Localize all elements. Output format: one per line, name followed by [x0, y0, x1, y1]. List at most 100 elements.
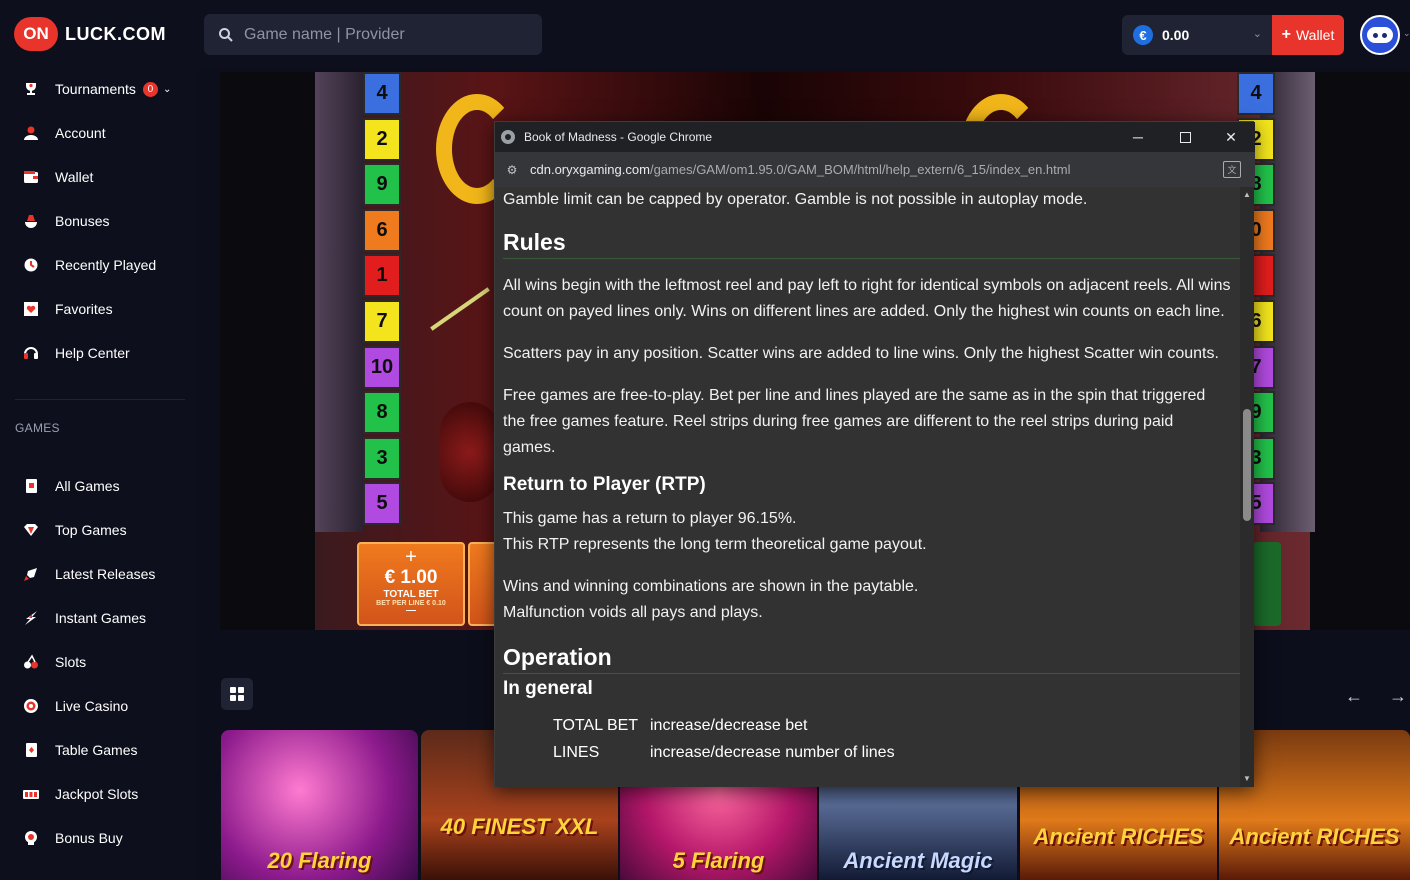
sidebar-item-wallet[interactable]: Wallet	[22, 165, 93, 189]
address-bar[interactable]: ⚙ cdn.oryxgaming.com/games/GAM/om1.95.0/…	[495, 152, 1255, 187]
operation-value: increase/decrease bet	[650, 716, 808, 734]
scrollbar-thumb[interactable]	[1243, 409, 1251, 521]
window-title-bar[interactable]: Book of Madness - Google Chrome ─ ✕	[495, 122, 1255, 152]
payline-number[interactable]: 8	[363, 391, 401, 435]
game-tile-title: 5 Flaring	[672, 848, 765, 873]
search-input[interactable]	[244, 25, 524, 44]
sidebar-item-slots[interactable]: Slots	[22, 650, 86, 674]
bonus-buy-icon	[22, 829, 40, 847]
rtp-paragraph: This game has a return to player 96.15%.	[503, 510, 797, 527]
chevron-down-icon[interactable]: ⌄	[1403, 28, 1410, 39]
total-bet-value: € 1.00	[384, 567, 438, 588]
sidebar-item-all-games[interactable]: All Games	[22, 474, 120, 498]
balance-dropdown[interactable]: € 0.00 ⌄	[1122, 15, 1272, 55]
sidebar-divider	[15, 399, 185, 400]
sidebar-item-label: Slots	[55, 654, 87, 670]
sidebar-item-tournaments[interactable]: Tournaments 0 ⌄	[22, 77, 171, 101]
bet-increase-button[interactable]: +	[359, 547, 463, 567]
payline-number[interactable]: 4	[363, 72, 401, 115]
operation-heading: Operation	[503, 644, 1240, 674]
url-host: cdn.oryxgaming.com	[530, 162, 650, 177]
scroll-down-icon[interactable]: ▼	[1243, 774, 1251, 783]
sidebar-item-table-games[interactable]: Table Games	[22, 738, 137, 762]
payline-number[interactable]: 3	[363, 436, 401, 480]
sidebar-item-help-center[interactable]: Help Center	[22, 341, 130, 365]
general-heading: In general	[503, 678, 593, 699]
spin-button[interactable]	[1253, 542, 1281, 626]
maximize-button[interactable]	[1162, 122, 1208, 152]
table-row: TOTAL BET increase/decrease bet	[503, 712, 1240, 739]
sidebar-item-label: Live Casino	[55, 698, 129, 714]
operation-table: TOTAL BET increase/decrease bet LINES in…	[503, 712, 1240, 766]
bet-decrease-button[interactable]: —	[359, 606, 463, 616]
help-popup-window[interactable]: Book of Madness - Google Chrome ─ ✕ ⚙ cd…	[494, 121, 1255, 787]
reel-pillar-left	[315, 72, 363, 532]
sidebar-item-label: Tournaments	[55, 81, 136, 97]
sidebar-item-label: Account	[55, 125, 106, 141]
table-row: LINES increase/decrease number of lines	[503, 739, 1240, 766]
sidebar-item-bonus-buy[interactable]: Bonus Buy	[22, 826, 123, 850]
sidebar-item-label: Recently Played	[55, 257, 157, 273]
rules-heading: Rules	[503, 229, 1240, 259]
cherry-icon	[22, 653, 40, 671]
headset-icon	[22, 344, 40, 362]
games-heading: GAMES	[15, 421, 60, 435]
operation-key: TOTAL BET	[553, 716, 639, 734]
total-bet-control[interactable]: + € 1.00 TOTAL BET BET PER LINE € 0.10 —	[357, 542, 465, 626]
arrow-left-icon[interactable]: ←	[1345, 686, 1363, 707]
sidebar-item-live-casino[interactable]: Live Casino	[22, 694, 128, 718]
payline-number[interactable]: 9	[363, 163, 401, 207]
sidebar-item-recently-played[interactable]: Recently Played	[22, 253, 156, 277]
logo-badge: ON	[14, 17, 58, 51]
url-text[interactable]: cdn.oryxgaming.com/games/GAM/om1.95.0/GA…	[530, 162, 1071, 177]
chrome-icon	[501, 130, 515, 144]
url-path: /games/GAM/om1.95.0/GAM_BOM/html/help_ex…	[649, 162, 1071, 177]
plus-icon: +	[1281, 26, 1291, 43]
game-tile-title: 20 Flaring	[267, 848, 372, 873]
grid-view-button[interactable]	[221, 678, 253, 710]
roulette-icon	[22, 697, 40, 715]
sidebar-item-favorites[interactable]: Favorites	[22, 297, 113, 321]
payline-number[interactable]: 10	[363, 345, 401, 389]
payline-number[interactable]: 1	[363, 254, 401, 298]
payline-number[interactable]: 2	[363, 117, 401, 161]
sidebar-item-instant-games[interactable]: Instant Games	[22, 606, 146, 630]
avatar[interactable]	[1360, 15, 1400, 55]
user-icon	[22, 124, 40, 142]
sidebar-item-jackpot-slots[interactable]: Jackpot Slots	[22, 782, 138, 806]
sidebar-item-account[interactable]: Account	[22, 121, 106, 145]
sidebar-item-label: Bonus Buy	[55, 830, 123, 846]
close-button[interactable]: ✕	[1208, 122, 1254, 152]
playing-card-icon	[22, 741, 40, 759]
sidebar-item-top-games[interactable]: Top Games	[22, 518, 127, 542]
site-logo[interactable]: ON LUCK.COM	[14, 17, 166, 51]
rocket-icon	[22, 565, 40, 583]
wallet-button[interactable]: + Wallet	[1272, 15, 1344, 55]
payline-number[interactable]: 5	[363, 482, 401, 526]
sidebar-item-label: Wallet	[55, 169, 94, 185]
rules-paragraph: Free games are free-to-play. Bet per lin…	[503, 387, 1206, 456]
wallet-button-label: Wallet	[1295, 27, 1335, 43]
rules-paragraph: All wins begin with the leftmost reel an…	[503, 277, 1231, 320]
scrollbar[interactable]: ▲ ▼	[1240, 187, 1254, 787]
rtp-paragraph: Malfunction voids all pays and plays.	[503, 604, 763, 621]
logo-text: LUCK.COM	[65, 23, 166, 44]
payline-number[interactable]: 4	[1237, 72, 1275, 115]
search-bar[interactable]	[204, 14, 542, 55]
rtp-heading: Return to Player (RTP)	[503, 474, 706, 495]
sidebar-item-bonuses[interactable]: Bonuses	[22, 209, 109, 233]
arrow-right-icon[interactable]: →	[1389, 686, 1407, 707]
scroll-up-icon[interactable]: ▲	[1243, 190, 1251, 199]
sidebar-item-latest-releases[interactable]: Latest Releases	[22, 562, 155, 586]
translate-icon[interactable]: 文	[1223, 161, 1241, 178]
sidebar-item-label: All Games	[55, 478, 120, 494]
trophy-icon	[22, 80, 40, 98]
operation-value: increase/decrease number of lines	[650, 743, 895, 761]
payline-number[interactable]: 6	[363, 208, 401, 252]
sidebar-item-label: Latest Releases	[55, 566, 156, 582]
minimize-button[interactable]: ─	[1115, 122, 1161, 152]
site-info-icon[interactable]: ⚙	[504, 162, 520, 178]
diamond-icon	[22, 521, 40, 539]
payline-number[interactable]: 7	[363, 299, 401, 343]
game-tile[interactable]: 20 Flaring	[221, 730, 418, 880]
